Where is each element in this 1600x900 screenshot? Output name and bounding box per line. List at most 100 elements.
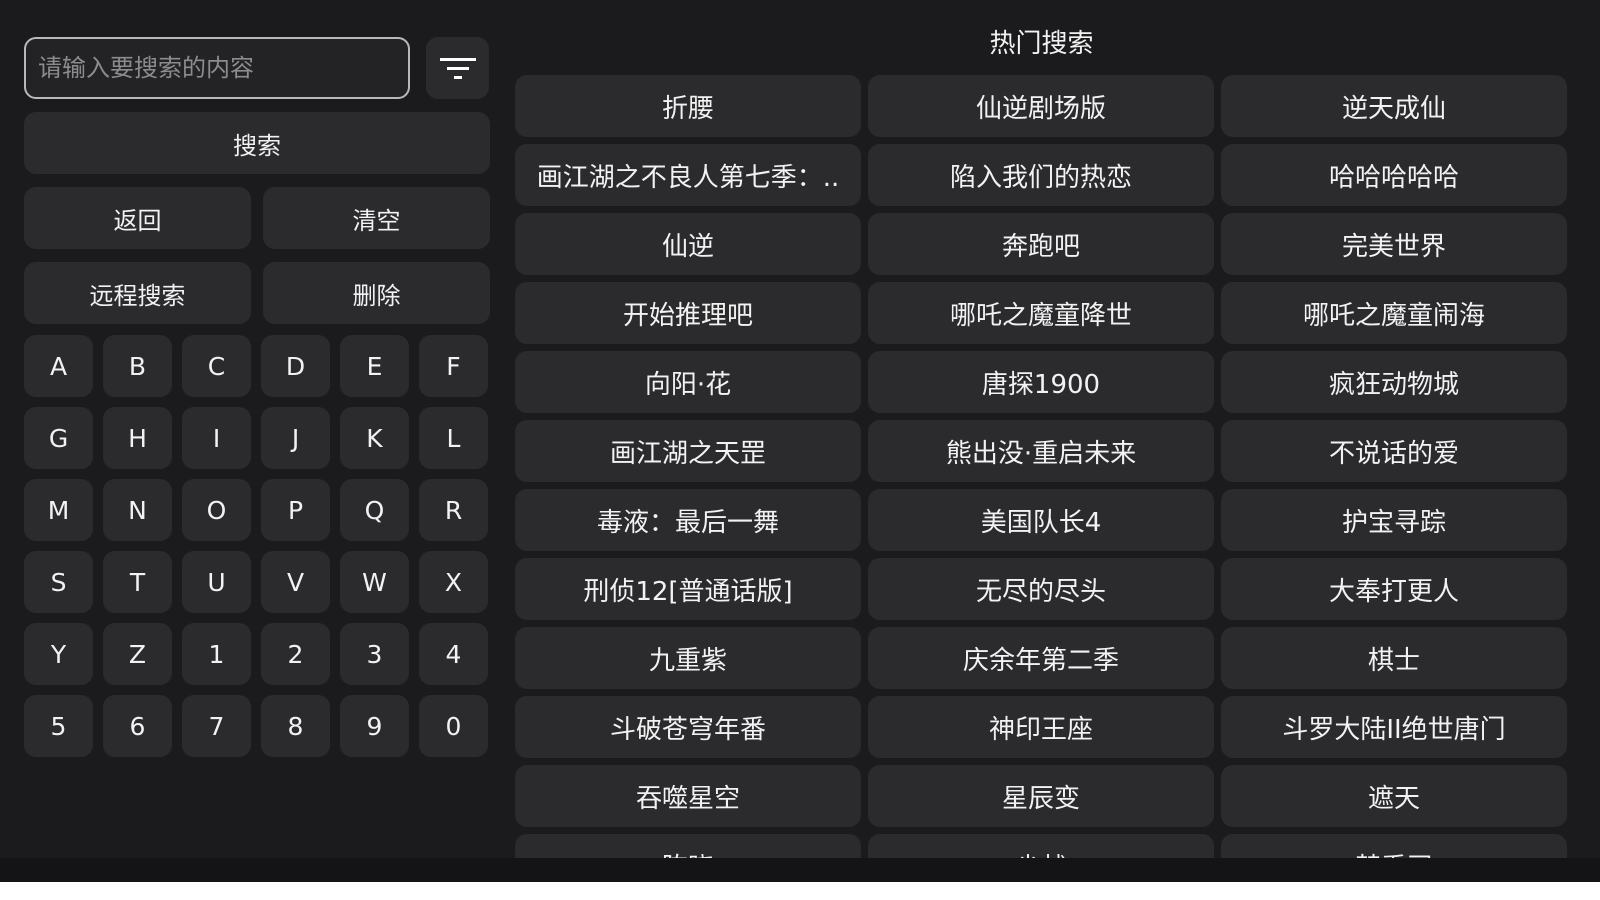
- key-q[interactable]: Q: [340, 479, 409, 541]
- hot-search-item[interactable]: 哪吒之魔童降世: [868, 282, 1214, 344]
- key-8[interactable]: 8: [261, 695, 330, 757]
- hot-search-item[interactable]: 熊出没·重启未来: [868, 420, 1214, 482]
- hot-search-item[interactable]: 哪吒之魔童闹海: [1221, 282, 1567, 344]
- hot-search-item-label: 棋士: [1367, 645, 1420, 676]
- clear-button-label: 清空: [352, 206, 401, 235]
- hot-search-item[interactable]: 刑侦12[普通话版]: [515, 558, 861, 620]
- hot-search-item[interactable]: 尘战: [868, 834, 1214, 858]
- key-4[interactable]: 4: [419, 623, 488, 685]
- key-0[interactable]: 0: [419, 695, 488, 757]
- back-button[interactable]: 返回: [24, 187, 251, 249]
- key-3[interactable]: 3: [340, 623, 409, 685]
- hot-search-item[interactable]: 哈哈哈哈哈: [1221, 144, 1567, 206]
- hot-search-item[interactable]: 星辰变: [868, 765, 1214, 827]
- key-i[interactable]: I: [182, 407, 251, 469]
- hot-search-item[interactable]: 陷入我们的热恋: [868, 144, 1214, 206]
- hot-search-item[interactable]: 仙逆剧场版: [868, 75, 1214, 137]
- key-r[interactable]: R: [419, 479, 488, 541]
- search-input[interactable]: [24, 37, 410, 99]
- filter-icon: [439, 58, 476, 79]
- key-5[interactable]: 5: [24, 695, 93, 757]
- key-t[interactable]: T: [103, 551, 172, 613]
- remote-search-button[interactable]: 远程搜索: [24, 262, 251, 324]
- hot-search-item[interactable]: 神印王座: [868, 696, 1214, 758]
- hot-search-item-label: 九重紫: [648, 645, 727, 676]
- hot-search-item[interactable]: 陈晓: [515, 834, 861, 858]
- key-7[interactable]: 7: [182, 695, 251, 757]
- hot-search-item-label: 美国队长4: [980, 507, 1102, 538]
- search-screen: 搜索 返回 清空 远程搜索 删除 ABCDEF GHIJKL MNOPQR STUVW…: [0, 0, 1600, 900]
- key-j[interactable]: J: [261, 407, 330, 469]
- hot-search-item[interactable]: 庆余年第二季: [868, 627, 1214, 689]
- hot-search-item[interactable]: 美国队长4: [868, 489, 1214, 551]
- hot-search-item[interactable]: 疯狂动物城: [1221, 351, 1567, 413]
- delete-button[interactable]: 删除: [263, 262, 490, 324]
- key-6[interactable]: 6: [103, 695, 172, 757]
- hot-search-item[interactable]: 护宝寻踪: [1221, 489, 1567, 551]
- key-2[interactable]: 2: [261, 623, 330, 685]
- hot-search-item[interactable]: 唐探1900: [868, 351, 1214, 413]
- hot-search-item[interactable]: 向阳·花: [515, 351, 861, 413]
- key-w[interactable]: W: [340, 551, 409, 613]
- key-e[interactable]: E: [340, 335, 409, 397]
- hot-search-item[interactable]: 无尽的尽头: [868, 558, 1214, 620]
- hot-search-item[interactable]: 画江湖之天罡: [515, 420, 861, 482]
- key-g[interactable]: G: [24, 407, 93, 469]
- key-d[interactable]: D: [261, 335, 330, 397]
- hot-search-item[interactable]: 折腰: [515, 75, 861, 137]
- hot-search-item[interactable]: 画江湖之不良人第七季：..: [515, 144, 861, 206]
- filter-button[interactable]: [426, 37, 489, 99]
- key-u[interactable]: U: [182, 551, 251, 613]
- key-v[interactable]: V: [261, 551, 330, 613]
- hot-search-item[interactable]: 楚乔司: [1221, 834, 1567, 858]
- key-z[interactable]: Z: [103, 623, 172, 685]
- remote-delete-row: 远程搜索 删除: [24, 262, 490, 324]
- hot-search-item-label: 陈晓: [662, 847, 714, 859]
- hot-search-item[interactable]: 逆天成仙: [1221, 75, 1567, 137]
- hot-search-item-label: 奔跑吧: [1001, 231, 1080, 262]
- hot-search-item-label: 仙逆剧场版: [975, 93, 1106, 124]
- hot-search-item[interactable]: 毒液：最后一舞: [515, 489, 861, 551]
- hot-search-item[interactable]: 斗破苍穹年番: [515, 696, 861, 758]
- key-m[interactable]: M: [24, 479, 93, 541]
- key-k[interactable]: K: [340, 407, 409, 469]
- key-h[interactable]: H: [103, 407, 172, 469]
- hot-search-item-label: 无尽的尽头: [975, 576, 1106, 607]
- key-p[interactable]: P: [261, 479, 330, 541]
- back-clear-row: 返回 清空: [24, 187, 490, 249]
- hot-search-item-label: 毒液：最后一舞: [596, 507, 779, 538]
- key-x[interactable]: X: [419, 551, 488, 613]
- hot-search-item[interactable]: 九重紫: [515, 627, 861, 689]
- key-s[interactable]: S: [24, 551, 93, 613]
- key-f[interactable]: F: [419, 335, 488, 397]
- hot-search-item-label: 画江湖之天罡: [609, 438, 766, 469]
- hot-search-item[interactable]: 吞噬星空: [515, 765, 861, 827]
- hot-search-item-label: 唐探1900: [981, 369, 1101, 400]
- key-o[interactable]: O: [182, 479, 251, 541]
- key-l[interactable]: L: [419, 407, 488, 469]
- hot-search-item[interactable]: 大奉打更人: [1221, 558, 1567, 620]
- key-c[interactable]: C: [182, 335, 251, 397]
- hot-search-item-label: 刑侦12[普通话版]: [583, 576, 793, 607]
- key-n[interactable]: N: [103, 479, 172, 541]
- hot-search-item-label: 完美世界: [1341, 231, 1446, 262]
- key-b[interactable]: B: [103, 335, 172, 397]
- key-1[interactable]: 1: [182, 623, 251, 685]
- hot-search-item[interactable]: 完美世界: [1221, 213, 1567, 275]
- hot-search-item-label: 斗破苍穹年番: [609, 714, 766, 745]
- hot-search-item[interactable]: 开始推理吧: [515, 282, 861, 344]
- hot-search-item[interactable]: 不说话的爱: [1221, 420, 1567, 482]
- hot-search-item[interactable]: 奔跑吧: [868, 213, 1214, 275]
- hot-search-item-label: 开始推理吧: [622, 300, 753, 331]
- hot-search-item[interactable]: 遮天: [1221, 765, 1567, 827]
- hot-search-item[interactable]: 棋士: [1221, 627, 1567, 689]
- search-button[interactable]: 搜索: [24, 112, 490, 174]
- hot-search-item-label: 斗罗大陆II绝世唐门: [1282, 714, 1506, 745]
- key-a[interactable]: A: [24, 335, 93, 397]
- hot-search-item[interactable]: 仙逆: [515, 213, 861, 275]
- hot-search-item-label: 遮天: [1367, 783, 1420, 814]
- key-9[interactable]: 9: [340, 695, 409, 757]
- key-y[interactable]: Y: [24, 623, 93, 685]
- hot-search-item[interactable]: 斗罗大陆II绝世唐门: [1221, 696, 1567, 758]
- clear-button[interactable]: 清空: [263, 187, 490, 249]
